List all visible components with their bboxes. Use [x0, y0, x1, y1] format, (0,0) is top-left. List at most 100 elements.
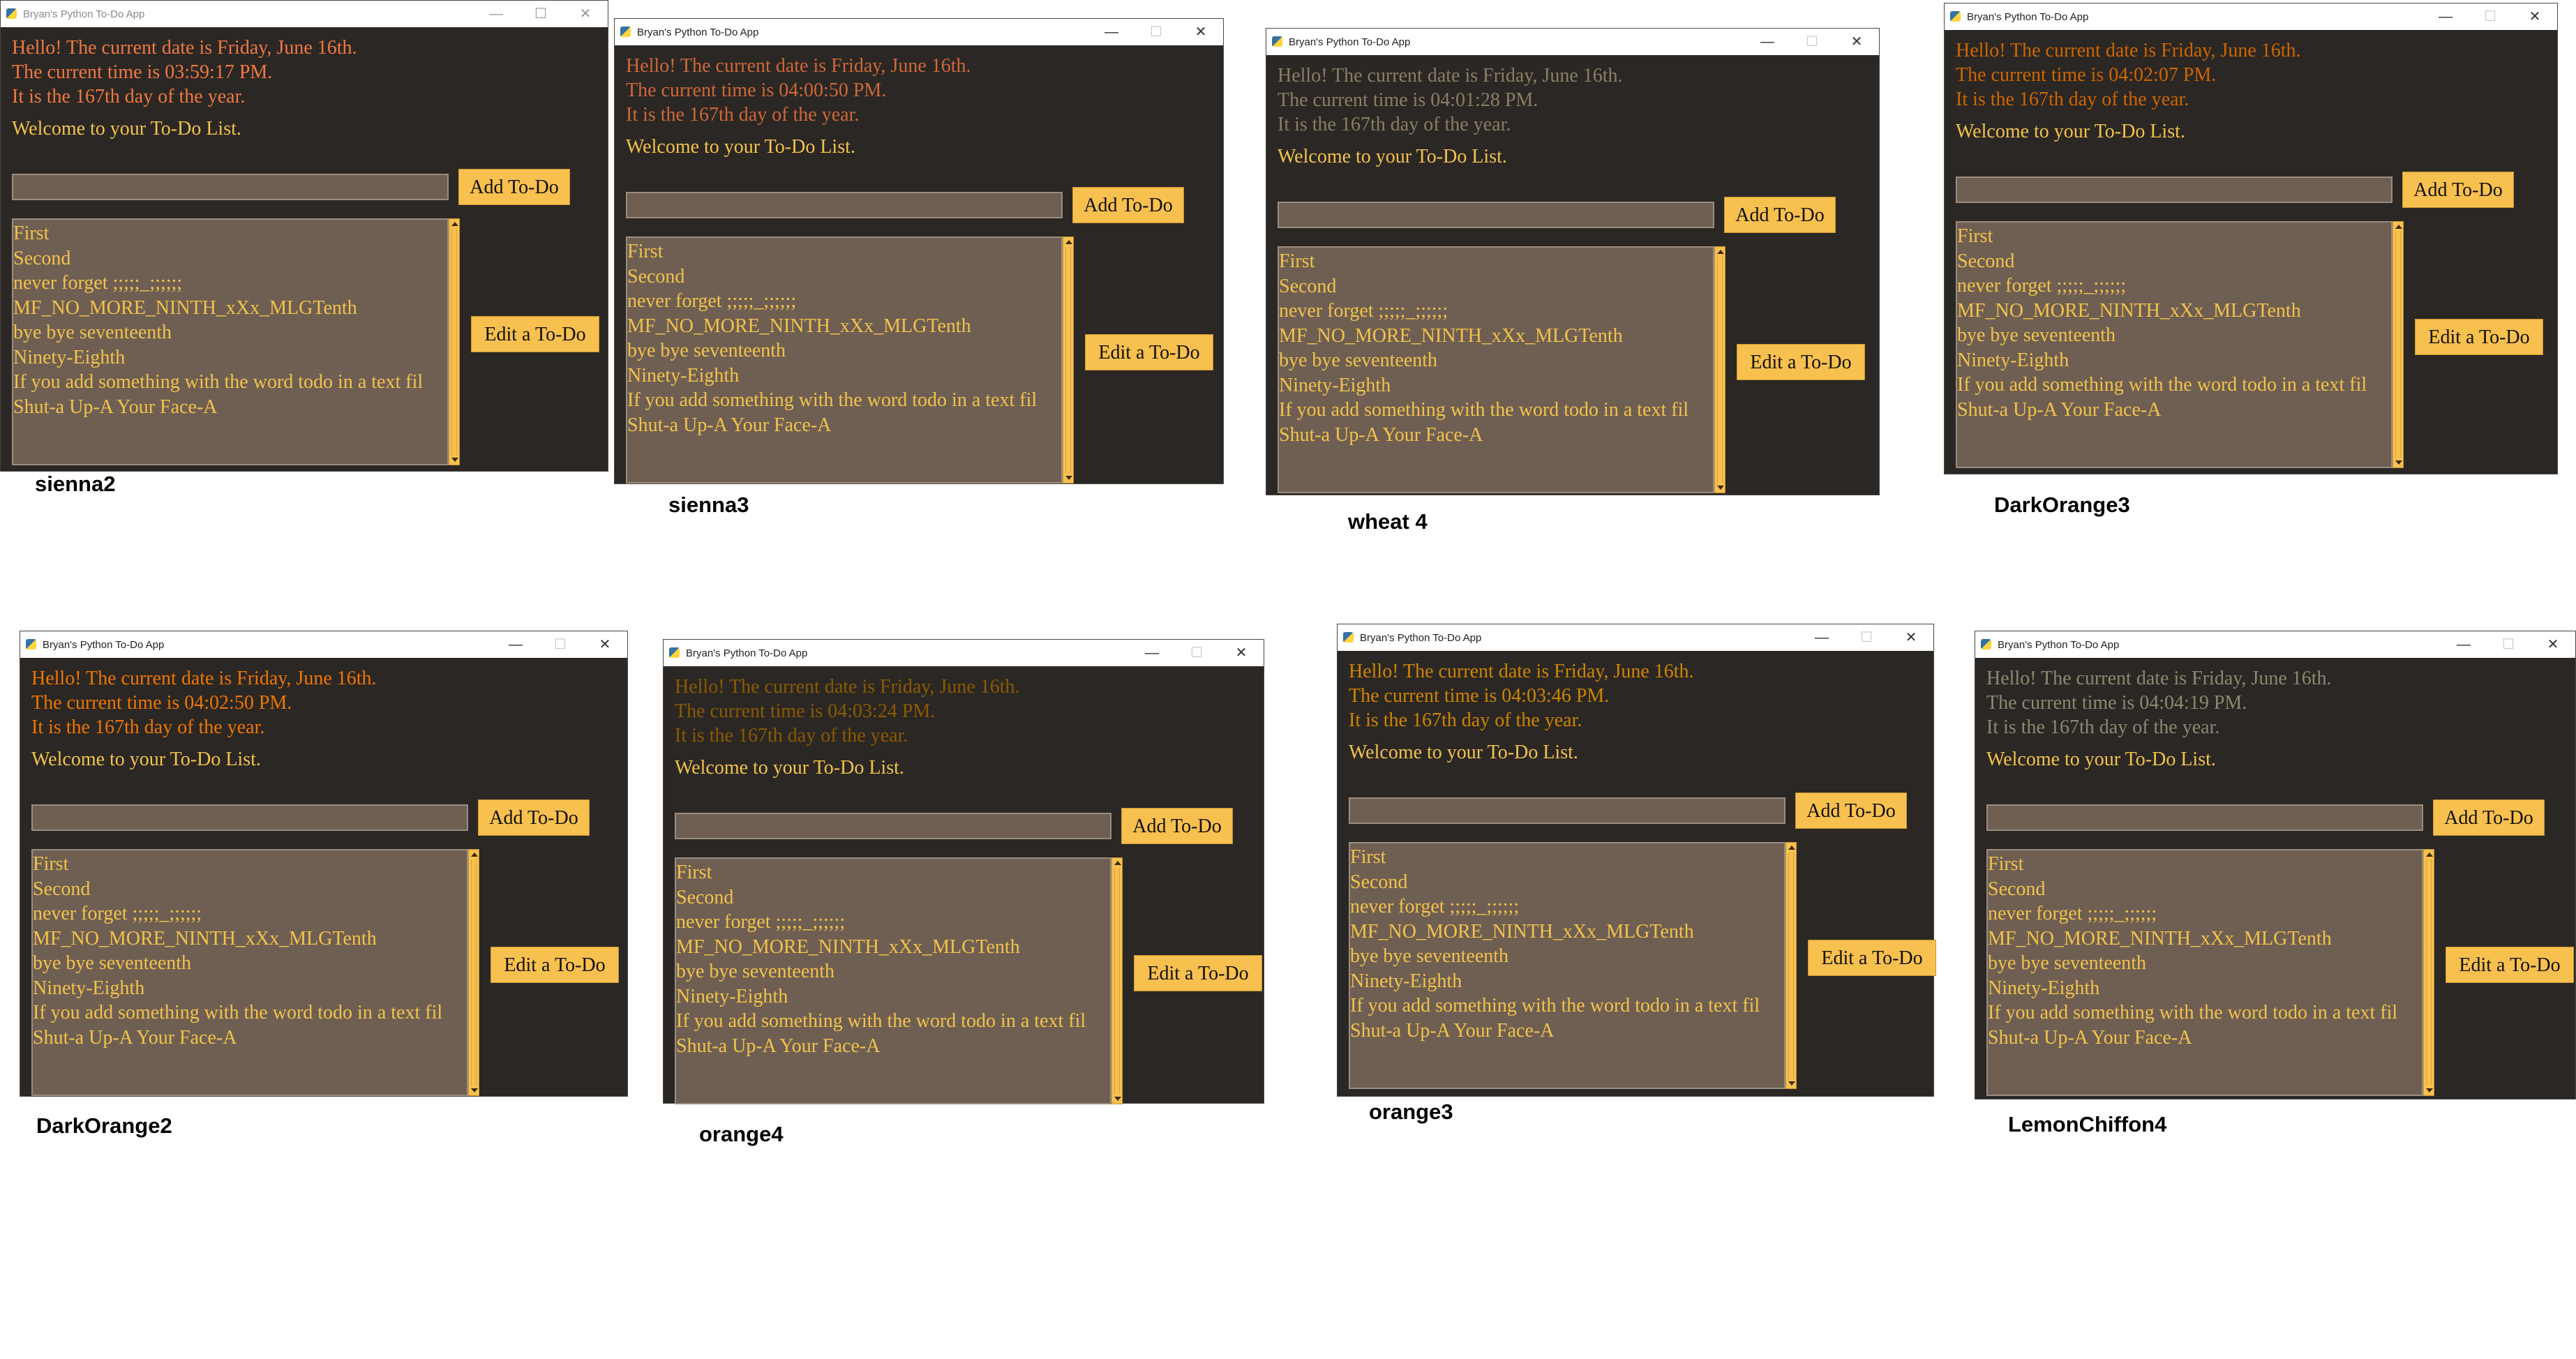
maximize-icon[interactable]: ☐	[1790, 29, 1834, 55]
scrollbar-thumb[interactable]	[471, 859, 477, 1086]
list-item[interactable]: First	[1988, 852, 2422, 877]
list-item[interactable]: bye bye seventeenth	[1279, 348, 1713, 373]
add-todo-button[interactable]: Add To-Do	[2433, 799, 2545, 836]
scroll-up-icon[interactable]	[451, 222, 458, 226]
scrollbar-thumb[interactable]	[1788, 853, 1794, 1079]
listbox-scrollbar[interactable]	[1063, 236, 1074, 483]
add-todo-button[interactable]: Add To-Do	[478, 799, 590, 836]
minimize-icon[interactable]: —	[1089, 19, 1134, 45]
todo-listbox[interactable]: First Second never forget ;;;;;_;;;;;; MF_N…	[675, 857, 1111, 1104]
close-icon[interactable]: ✕	[1178, 19, 1223, 45]
list-item[interactable]: Shut-a Up-A Your Face-A	[1279, 423, 1713, 448]
list-item[interactable]: Shut-a Up-A Your Face-A	[33, 1026, 467, 1051]
scroll-up-icon[interactable]	[1114, 861, 1121, 865]
scrollbar-thumb[interactable]	[2426, 859, 2432, 1086]
list-item[interactable]: Shut-a Up-A Your Face-A	[676, 1034, 1110, 1059]
scrollbar-thumb[interactable]	[1717, 257, 1723, 483]
list-item[interactable]: Second	[1279, 274, 1713, 299]
list-item[interactable]: If you add something with the word todo …	[1279, 398, 1713, 423]
list-item[interactable]: bye bye seventeenth	[33, 951, 467, 976]
minimize-icon[interactable]: —	[1130, 640, 1174, 666]
window-titlebar[interactable]: Bryan's Python To-Do App — ☐ ✕	[20, 631, 627, 658]
list-item[interactable]: MF_NO_MORE_NINTH_xXx_MLGTenth	[1957, 299, 2391, 324]
listbox-scrollbar[interactable]	[2392, 221, 2404, 468]
edit-todo-button[interactable]: Edit a To-Do	[471, 316, 599, 352]
todo-entry-field[interactable]	[626, 192, 1063, 218]
maximize-icon[interactable]: ☐	[1844, 624, 1889, 651]
list-item[interactable]: never forget ;;;;;_;;;;;;	[1957, 273, 2391, 299]
scroll-up-icon[interactable]	[2426, 853, 2433, 857]
list-item[interactable]: Ninety-Eighth	[1957, 348, 2391, 373]
todo-listbox[interactable]: First Second never forget ;;;;;_;;;;;; MF_N…	[1986, 849, 2423, 1096]
scroll-down-icon[interactable]	[1114, 1097, 1121, 1101]
list-item[interactable]: If you add something with the word todo …	[676, 1009, 1110, 1034]
scrollbar-thumb[interactable]	[451, 229, 457, 455]
scroll-up-icon[interactable]	[1065, 240, 1072, 244]
todo-listbox[interactable]: First Second never forget ;;;;;_;;;;;; MF_N…	[12, 218, 449, 465]
scroll-down-icon[interactable]	[1065, 476, 1072, 480]
maximize-icon[interactable]: ☐	[518, 1, 563, 27]
list-item[interactable]: bye bye seventeenth	[13, 320, 447, 345]
close-icon[interactable]: ✕	[2531, 631, 2575, 658]
close-icon[interactable]: ✕	[583, 631, 627, 658]
window-titlebar[interactable]: Bryan's Python To-Do App — ☐ ✕	[1, 1, 608, 27]
todo-listbox[interactable]: First Second never forget ;;;;;_;;;;;; MF_N…	[31, 849, 468, 1096]
maximize-icon[interactable]: ☐	[538, 631, 583, 658]
window-titlebar[interactable]: Bryan's Python To-Do App — ☐ ✕	[664, 640, 1264, 666]
todo-entry-field[interactable]	[1278, 202, 1714, 228]
scrollbar-thumb[interactable]	[1065, 247, 1071, 473]
list-item[interactable]: never forget ;;;;;_;;;;;;	[1988, 901, 2422, 926]
edit-todo-button[interactable]: Edit a To-Do	[1134, 955, 1262, 991]
list-item[interactable]: Shut-a Up-A Your Face-A	[1988, 1026, 2422, 1051]
list-item[interactable]: never forget ;;;;;_;;;;;;	[33, 901, 467, 926]
list-item[interactable]: If you add something with the word todo …	[1957, 373, 2391, 398]
list-item[interactable]: If you add something with the word todo …	[33, 1000, 467, 1026]
listbox-scrollbar[interactable]	[468, 849, 479, 1096]
minimize-icon[interactable]: —	[2441, 631, 2486, 658]
todo-entry-field[interactable]	[1349, 797, 1785, 824]
list-item[interactable]: Second	[1988, 877, 2422, 902]
todo-entry-field[interactable]	[1986, 804, 2423, 831]
edit-todo-button[interactable]: Edit a To-Do	[1808, 940, 1936, 976]
list-item[interactable]: First	[1279, 249, 1713, 274]
add-todo-button[interactable]: Add To-Do	[2402, 172, 2514, 208]
list-item[interactable]: bye bye seventeenth	[1988, 951, 2422, 976]
list-item[interactable]: First	[13, 221, 447, 246]
list-item[interactable]: MF_NO_MORE_NINTH_xXx_MLGTenth	[676, 935, 1110, 960]
list-item[interactable]: Ninety-Eighth	[33, 976, 467, 1001]
list-item[interactable]: MF_NO_MORE_NINTH_xXx_MLGTenth	[1279, 324, 1713, 349]
scroll-up-icon[interactable]	[471, 853, 478, 857]
close-icon[interactable]: ✕	[2513, 3, 2557, 30]
maximize-icon[interactable]: ☐	[1174, 640, 1219, 666]
add-todo-button[interactable]: Add To-Do	[458, 169, 570, 205]
list-item[interactable]: Second	[13, 246, 447, 271]
add-todo-button[interactable]: Add To-Do	[1795, 793, 1907, 829]
list-item[interactable]: Shut-a Up-A Your Face-A	[627, 413, 1061, 438]
list-item[interactable]: never forget ;;;;;_;;;;;;	[1350, 894, 1784, 919]
list-item[interactable]: Shut-a Up-A Your Face-A	[1957, 398, 2391, 423]
list-item[interactable]: First	[1350, 845, 1784, 870]
add-todo-button[interactable]: Add To-Do	[1072, 187, 1184, 223]
list-item[interactable]: MF_NO_MORE_NINTH_xXx_MLGTenth	[1350, 919, 1784, 945]
todo-entry-field[interactable]	[1956, 177, 2392, 203]
scroll-up-icon[interactable]	[1788, 846, 1795, 850]
maximize-icon[interactable]: ☐	[2468, 3, 2513, 30]
todo-listbox[interactable]: First Second never forget ;;;;;_;;;;;; MF_N…	[1278, 246, 1714, 493]
todo-entry-field[interactable]	[12, 174, 449, 200]
minimize-icon[interactable]: —	[474, 1, 518, 27]
list-item[interactable]: bye bye seventeenth	[1350, 944, 1784, 969]
window-titlebar[interactable]: Bryan's Python To-Do App — ☐ ✕	[1338, 624, 1933, 651]
list-item[interactable]: MF_NO_MORE_NINTH_xXx_MLGTenth	[1988, 926, 2422, 952]
list-item[interactable]: Shut-a Up-A Your Face-A	[1350, 1019, 1784, 1044]
window-titlebar[interactable]: Bryan's Python To-Do App — ☐ ✕	[1266, 29, 1879, 55]
todo-entry-field[interactable]	[31, 804, 468, 831]
scrollbar-thumb[interactable]	[2395, 232, 2401, 458]
close-icon[interactable]: ✕	[1889, 624, 1933, 651]
list-item[interactable]: If you add something with the word todo …	[1988, 1000, 2422, 1026]
minimize-icon[interactable]: —	[1745, 29, 1790, 55]
list-item[interactable]: MF_NO_MORE_NINTH_xXx_MLGTenth	[627, 314, 1061, 339]
listbox-scrollbar[interactable]	[1714, 246, 1725, 493]
add-todo-button[interactable]: Add To-Do	[1724, 197, 1836, 233]
listbox-scrollbar[interactable]	[2423, 849, 2434, 1096]
listbox-scrollbar[interactable]	[1111, 857, 1123, 1104]
